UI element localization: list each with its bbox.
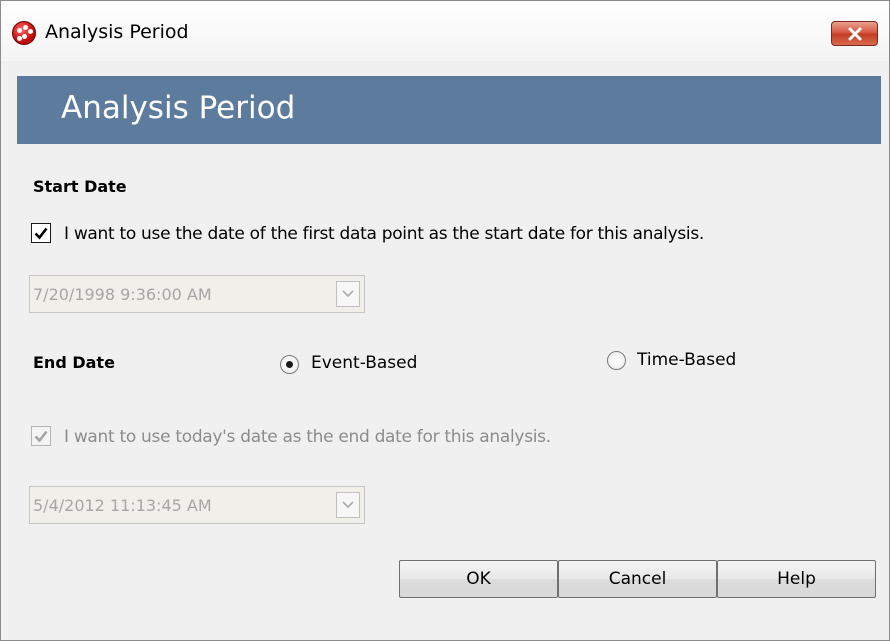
start-date-picker: 7/20/1998 9:36:00 AM <box>29 275 365 313</box>
start-date-label: Start Date <box>33 177 127 196</box>
use-first-data-point-checkbox[interactable] <box>31 223 51 243</box>
event-based-label: Event-Based <box>311 353 418 373</box>
event-based-radio[interactable] <box>280 355 299 374</box>
start-date-dropdown-button <box>336 281 360 307</box>
end-date-value: 5/4/2012 11:13:45 AM <box>33 496 212 515</box>
checkmark-icon <box>34 227 48 240</box>
help-button[interactable]: Help <box>717 560 876 598</box>
ok-button[interactable]: OK <box>399 560 558 598</box>
analysis-period-dialog: Analysis Period Analysis Period Start Da… <box>0 0 890 641</box>
time-based-radio[interactable] <box>607 351 626 370</box>
use-today-label: I want to use today's date as the end da… <box>64 427 551 447</box>
title-bar: Analysis Period <box>1 1 889 61</box>
end-date-label: End Date <box>33 353 115 372</box>
close-icon <box>848 27 861 40</box>
end-date-dropdown-button <box>336 492 360 518</box>
time-based-label: Time-Based <box>637 350 737 370</box>
page-title: Analysis Period <box>61 90 296 126</box>
window-title: Analysis Period <box>45 21 189 43</box>
cancel-button[interactable]: Cancel <box>558 560 717 598</box>
use-today-checkbox <box>31 426 51 446</box>
start-date-value: 7/20/1998 9:36:00 AM <box>33 285 212 304</box>
app-icon <box>12 21 36 45</box>
checkmark-icon <box>34 430 48 443</box>
end-date-picker: 5/4/2012 11:13:45 AM <box>29 486 365 524</box>
close-button[interactable] <box>831 21 878 46</box>
use-first-data-point-label: I want to use the date of the first data… <box>64 224 705 244</box>
header-banner: Analysis Period <box>17 76 881 144</box>
chevron-down-icon <box>342 501 354 509</box>
chevron-down-icon <box>342 290 354 298</box>
